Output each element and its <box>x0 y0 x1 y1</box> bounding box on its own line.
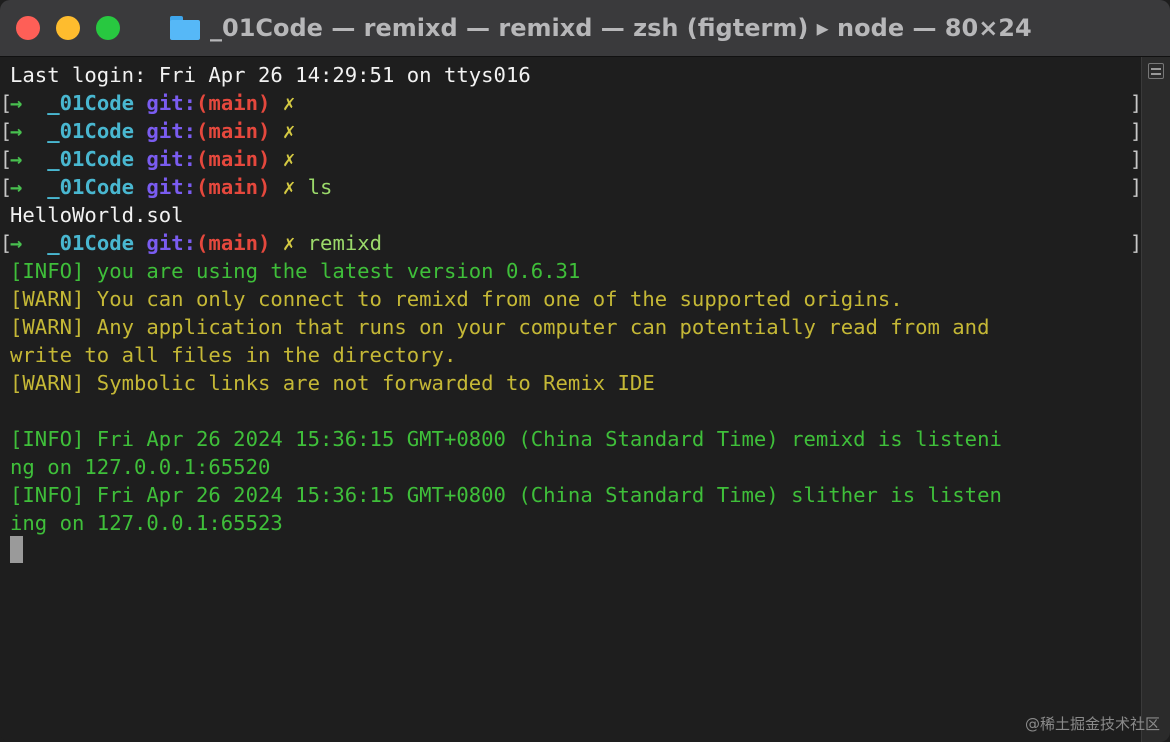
scroll-marks-icon[interactable] <box>1148 63 1164 79</box>
folder-icon <box>170 16 200 40</box>
warn-symlinks-line: [WARN] Symbolic links are not forwarded … <box>10 371 655 395</box>
prompt-line: → _01Code git:(main) ✗ <box>10 147 296 171</box>
zoom-button[interactable] <box>96 16 120 40</box>
info-version-line: [INFO] you are using the latest version … <box>10 259 581 283</box>
window-title: _01Code — remixd — remixd — zsh (figterm… <box>210 14 1032 42</box>
terminal-cursor <box>10 536 23 563</box>
minimize-button[interactable] <box>56 16 80 40</box>
watermark: @稀土掘金技术社区 <box>1024 715 1160 733</box>
scrollbar[interactable] <box>1141 57 1170 742</box>
prompt-line: → _01Code git:(main) ✗ <box>10 119 296 143</box>
title-bar[interactable]: _01Code — remixd — remixd — zsh (figterm… <box>0 0 1170 57</box>
window-title-group: _01Code — remixd — remixd — zsh (figterm… <box>170 0 1032 56</box>
prompt-line-ls: → _01Code git:(main) ✗ ls <box>10 175 333 199</box>
warn-app-line-cont: write to all files in the directory. <box>10 343 457 367</box>
info-slither-line: [INFO] Fri Apr 26 2024 15:36:15 GMT+0800… <box>10 483 1002 507</box>
terminal-window: _01Code — remixd — remixd — zsh (figterm… <box>0 0 1170 742</box>
info-remixd-line: [INFO] Fri Apr 26 2024 15:36:15 GMT+0800… <box>10 427 1002 451</box>
prompt-line: → _01Code git:(main) ✗ <box>10 91 296 115</box>
close-button[interactable] <box>16 16 40 40</box>
prompt-line-remixd: → _01Code git:(main) ✗ remixd <box>10 231 383 255</box>
warn-app-line: [WARN] Any application that runs on your… <box>10 315 990 339</box>
ls-output-line: HelloWorld.sol <box>10 203 184 227</box>
terminal-output[interactable]: Last login: Fri Apr 26 14:29:51 on ttys0… <box>0 57 1142 742</box>
warn-origins-line: [WARN] You can only connect to remixd fr… <box>10 287 903 311</box>
info-remixd-line-cont: ng on 127.0.0.1:65520 <box>10 455 271 479</box>
last-login-line: Last login: Fri Apr 26 14:29:51 on ttys0… <box>10 63 531 87</box>
info-slither-line-cont: ing on 127.0.0.1:65523 <box>10 511 283 535</box>
